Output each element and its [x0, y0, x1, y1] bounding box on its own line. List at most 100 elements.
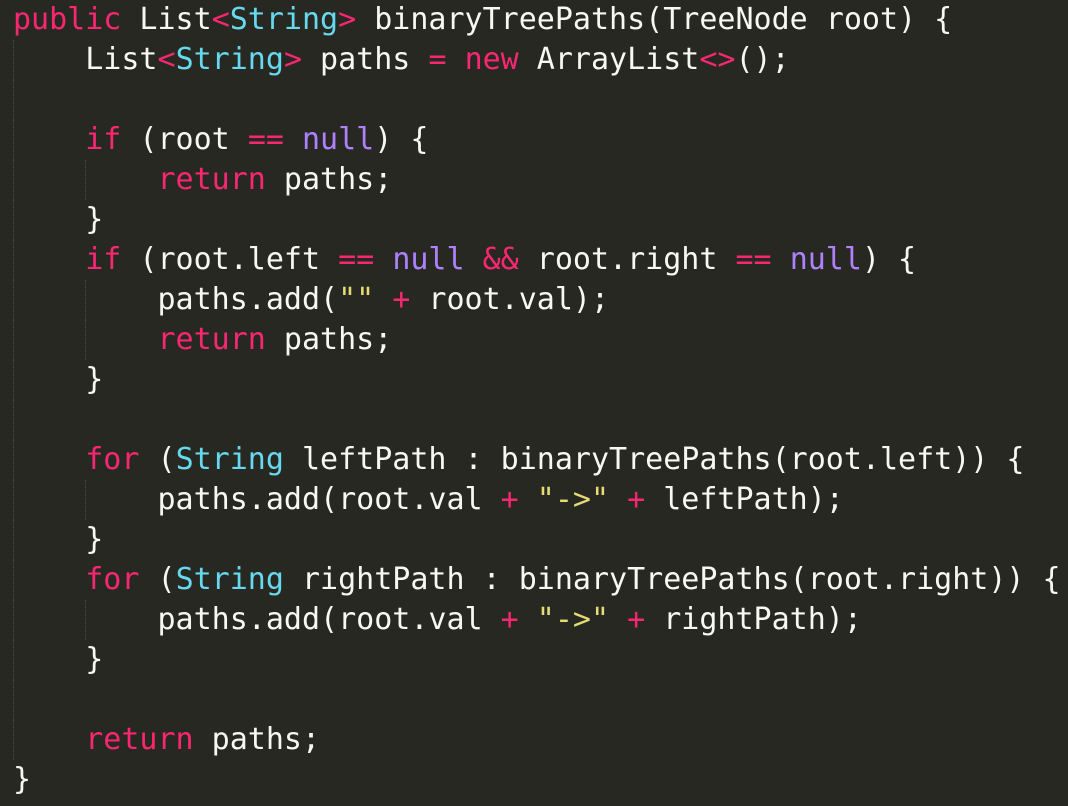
code-token: <>: [699, 42, 736, 77]
code-line[interactable]: }: [13, 640, 1061, 680]
code-token: paths;: [193, 722, 321, 757]
code-line[interactable]: return paths;: [13, 320, 1061, 360]
indent-guide: [13, 560, 14, 600]
code-line[interactable]: paths.add("" + root.val);: [13, 280, 1061, 320]
code-line[interactable]: for (String leftPath : binaryTreePaths(r…: [13, 440, 1061, 480]
indent-guide: [13, 120, 14, 160]
code-line[interactable]: return paths;: [13, 720, 1061, 760]
code-token: root.val);: [410, 282, 610, 317]
code-token: return: [157, 322, 266, 357]
code-token: =: [428, 42, 447, 77]
indent-guide: [13, 200, 14, 240]
indent-guide: [85, 600, 86, 640]
code-token: if: [85, 242, 122, 277]
indent-guide: [13, 640, 14, 680]
code-token: rightPath);: [645, 602, 862, 637]
code-line[interactable]: }: [13, 520, 1061, 560]
code-line[interactable]: [13, 80, 1061, 120]
code-line[interactable]: if (root.left == null && root.right == n…: [13, 240, 1061, 280]
code-token: paths.add(root.val: [13, 482, 501, 517]
code-line[interactable]: List<String> paths = new ArrayList<>();: [13, 40, 1061, 80]
indent-guide: [13, 720, 14, 760]
code-token: }: [13, 362, 104, 397]
code-token: ==: [247, 122, 284, 157]
code-token: paths: [302, 42, 429, 77]
code-line[interactable]: }: [13, 760, 1061, 800]
code-token: }: [13, 202, 104, 237]
code-token: }: [13, 642, 104, 677]
indent-guide: [85, 480, 86, 520]
code-line[interactable]: public List<String> binaryTreePaths(Tree…: [13, 0, 1061, 40]
code-token: String: [175, 562, 284, 597]
code-token: (root.left: [121, 242, 339, 277]
code-token: &&: [482, 242, 519, 277]
code-block[interactable]: public List<String> binaryTreePaths(Tree…: [13, 0, 1061, 800]
indent-guide: [13, 480, 14, 520]
code-token: public: [13, 2, 122, 37]
code-line[interactable]: paths.add(root.val + "->" + rightPath);: [13, 600, 1061, 640]
code-token: (root: [121, 122, 248, 157]
indent-guide: [13, 600, 14, 640]
indent-guide: [13, 440, 14, 480]
code-editor[interactable]: public List<String> binaryTreePaths(Tree…: [0, 0, 1068, 806]
code-token: return: [85, 722, 194, 757]
code-token: for: [85, 562, 140, 597]
code-token: String: [175, 442, 284, 477]
code-token: }: [13, 522, 104, 557]
code-token: return: [157, 162, 266, 197]
code-token: ) {: [374, 122, 429, 157]
code-token: new: [464, 42, 519, 77]
code-token: null: [392, 242, 465, 277]
code-line[interactable]: [13, 400, 1061, 440]
code-token: null: [789, 242, 862, 277]
code-line[interactable]: }: [13, 200, 1061, 240]
code-token: paths.add(root.val: [13, 602, 501, 637]
code-line[interactable]: [13, 680, 1061, 720]
code-line[interactable]: for (String rightPath : binaryTreePaths(…: [13, 560, 1061, 600]
code-token: String: [229, 2, 339, 37]
code-token: }: [13, 762, 32, 797]
indent-guide: [13, 280, 14, 320]
code-token: (: [139, 562, 176, 597]
code-token: "": [338, 282, 375, 317]
code-token: leftPath);: [645, 482, 844, 517]
indent-guide: [85, 280, 86, 320]
code-token: for: [85, 442, 140, 477]
code-token: paths;: [265, 322, 393, 357]
code-line[interactable]: if (root == null) {: [13, 120, 1061, 160]
indent-guide: [13, 360, 14, 400]
code-token: paths;: [265, 162, 393, 197]
code-token: >: [283, 42, 302, 77]
code-token: List: [121, 2, 212, 37]
code-line[interactable]: return paths;: [13, 160, 1061, 200]
indent-guide: [13, 680, 14, 720]
code-token: leftPath : binaryTreePaths(root.left)) {: [283, 442, 1025, 477]
indent-guide: [13, 320, 14, 360]
code-token: +: [392, 282, 411, 317]
code-token: >: [338, 2, 357, 37]
code-token: paths.add(: [13, 282, 339, 317]
code-token: ArrayList: [518, 42, 700, 77]
code-token: rightPath : binaryTreePaths(root.right))…: [283, 562, 1061, 597]
indent-guide: [13, 240, 14, 280]
indent-guide: [85, 160, 86, 200]
code-token: ();: [735, 42, 790, 77]
code-token: String: [175, 42, 284, 77]
indent-guide: [13, 80, 14, 120]
code-line[interactable]: }: [13, 360, 1061, 400]
code-line[interactable]: paths.add(root.val + "->" + leftPath);: [13, 480, 1061, 520]
indent-guide: [13, 160, 14, 200]
